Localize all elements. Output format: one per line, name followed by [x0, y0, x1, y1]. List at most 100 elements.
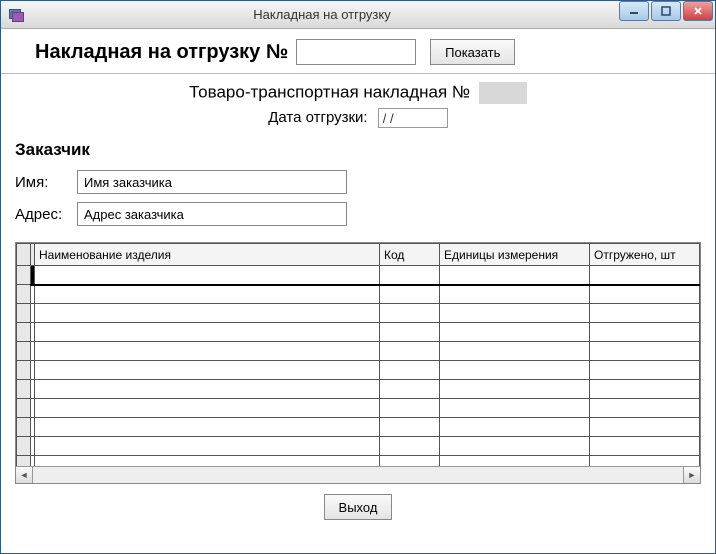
customer-address-input[interactable]	[77, 202, 347, 226]
cell[interactable]	[590, 285, 700, 304]
cell[interactable]	[440, 304, 590, 323]
show-button[interactable]: Показать	[430, 39, 515, 65]
cell[interactable]	[440, 266, 590, 285]
table-row[interactable]	[17, 285, 700, 304]
cell[interactable]	[440, 323, 590, 342]
table-row[interactable]	[17, 323, 700, 342]
row-header[interactable]	[17, 361, 31, 380]
exit-button[interactable]: Выход	[324, 494, 393, 520]
scroll-track[interactable]	[33, 467, 683, 483]
invoice-number-input[interactable]	[296, 39, 416, 65]
horizontal-scrollbar[interactable]: ◄ ►	[16, 466, 700, 483]
minimize-button[interactable]	[619, 1, 649, 21]
cell[interactable]	[35, 437, 380, 456]
customer-address-row: Адрес:	[15, 202, 701, 226]
row-header[interactable]	[17, 456, 31, 467]
close-button[interactable]	[683, 1, 713, 21]
row-header[interactable]	[17, 399, 31, 418]
cell[interactable]	[380, 342, 440, 361]
cell[interactable]	[440, 361, 590, 380]
cell[interactable]	[35, 380, 380, 399]
cell[interactable]	[590, 361, 700, 380]
table-row[interactable]	[17, 399, 700, 418]
customer-address-label: Адрес:	[15, 206, 77, 223]
cell[interactable]	[440, 437, 590, 456]
cell[interactable]	[380, 399, 440, 418]
cell[interactable]	[380, 304, 440, 323]
col-shipped[interactable]: Отгружено, шт	[590, 244, 700, 266]
customer-name-input[interactable]	[77, 170, 347, 194]
footer: Выход	[15, 484, 701, 520]
col-item-name[interactable]: Наименование изделия	[35, 244, 380, 266]
ship-date-label: Дата отгрузки:	[268, 109, 367, 126]
cell[interactable]	[590, 456, 700, 467]
window-controls	[617, 1, 715, 23]
row-header[interactable]	[17, 418, 31, 437]
table-row[interactable]	[17, 437, 700, 456]
row-header[interactable]	[17, 323, 31, 342]
cell[interactable]	[590, 266, 700, 285]
ship-date-row: Дата отгрузки: / /	[15, 106, 701, 138]
table-row[interactable]	[17, 266, 700, 285]
scroll-left-icon[interactable]: ◄	[16, 467, 33, 483]
content-area: Накладная на отгрузку № Показать Товаро-…	[1, 29, 715, 553]
cell[interactable]	[35, 304, 380, 323]
cell[interactable]	[590, 418, 700, 437]
cell[interactable]	[380, 361, 440, 380]
cell[interactable]	[590, 399, 700, 418]
cell[interactable]	[35, 266, 380, 285]
items-grid: Наименование изделия Код Единицы измерен…	[15, 242, 701, 484]
cell[interactable]	[35, 323, 380, 342]
cell[interactable]	[440, 418, 590, 437]
cell[interactable]	[380, 266, 440, 285]
row-header[interactable]	[17, 342, 31, 361]
table-row[interactable]	[17, 380, 700, 399]
customer-section-title: Заказчик	[15, 140, 701, 160]
scroll-right-icon[interactable]: ►	[683, 467, 700, 483]
row-header[interactable]	[17, 304, 31, 323]
ttn-value-box	[479, 82, 527, 104]
header-row: Накладная на отгрузку № Показать	[15, 37, 701, 73]
cell[interactable]	[380, 285, 440, 304]
cell[interactable]	[35, 418, 380, 437]
cell[interactable]	[590, 437, 700, 456]
table-row[interactable]	[17, 418, 700, 437]
cell[interactable]	[590, 304, 700, 323]
cell[interactable]	[35, 361, 380, 380]
row-header[interactable]	[17, 266, 31, 285]
cell[interactable]	[35, 342, 380, 361]
cell[interactable]	[35, 456, 380, 467]
table-row[interactable]	[17, 304, 700, 323]
customer-name-label: Имя:	[15, 174, 77, 191]
cell[interactable]	[380, 437, 440, 456]
table-row[interactable]	[17, 361, 700, 380]
table-row[interactable]	[17, 342, 700, 361]
table-row[interactable]	[17, 456, 700, 467]
cell[interactable]	[440, 380, 590, 399]
row-header[interactable]	[17, 380, 31, 399]
col-code[interactable]: Код	[380, 244, 440, 266]
cell[interactable]	[380, 380, 440, 399]
col-units[interactable]: Единицы измерения	[440, 244, 590, 266]
cell[interactable]	[590, 342, 700, 361]
ttn-row: Товаро-транспортная накладная №	[15, 80, 701, 106]
row-header[interactable]	[17, 285, 31, 304]
cell[interactable]	[440, 285, 590, 304]
maximize-icon	[661, 6, 671, 16]
cell[interactable]	[440, 399, 590, 418]
cell[interactable]	[35, 399, 380, 418]
cell[interactable]	[440, 342, 590, 361]
cell[interactable]	[440, 456, 590, 467]
maximize-button[interactable]	[651, 1, 681, 21]
ship-date-input[interactable]: / /	[378, 108, 448, 128]
cell[interactable]	[380, 323, 440, 342]
row-header[interactable]	[17, 437, 31, 456]
table-header-row: Наименование изделия Код Единицы измерен…	[17, 244, 700, 266]
cell[interactable]	[380, 456, 440, 467]
cell[interactable]	[590, 323, 700, 342]
cell[interactable]	[380, 418, 440, 437]
cell[interactable]	[590, 380, 700, 399]
cell[interactable]	[35, 285, 380, 304]
close-icon	[693, 6, 703, 16]
items-table: Наименование изделия Код Единицы измерен…	[16, 243, 700, 466]
